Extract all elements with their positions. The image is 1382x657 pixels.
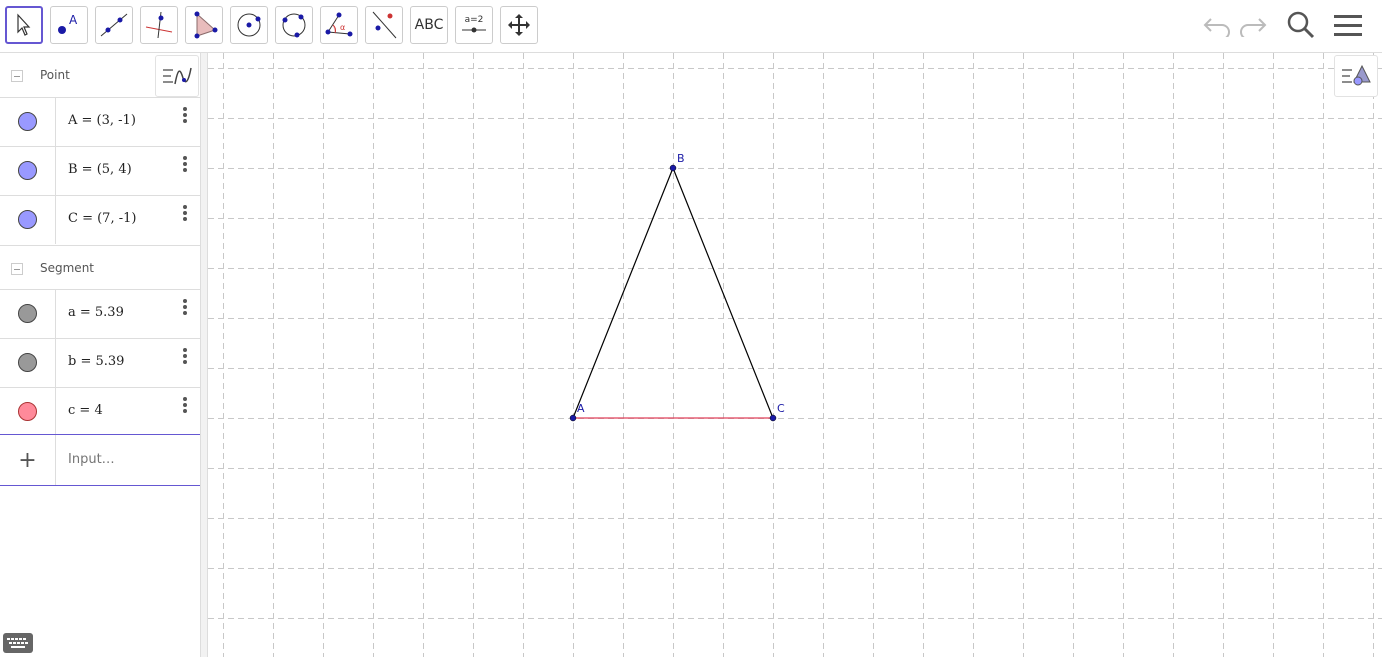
perpendicular-line-icon [145, 11, 173, 39]
move-tool-button[interactable] [5, 6, 43, 44]
algebra-expression[interactable]: B = (5, 4) [68, 162, 132, 177]
algebra-expression[interactable]: A = (3, -1) [68, 113, 136, 128]
redo-button[interactable] [1234, 6, 1272, 44]
algebra-expression[interactable]: b = 5.39 [68, 354, 124, 369]
algebra-expression[interactable]: C = (7, -1) [68, 211, 136, 226]
algebra-input-field[interactable] [68, 452, 188, 467]
algebra-input-row[interactable]: + [0, 434, 200, 486]
collapse-minus-icon[interactable] [11, 263, 23, 275]
slider-tool-button[interactable]: a=2 [455, 6, 493, 44]
point-C[interactable] [769, 414, 777, 422]
more-options-icon[interactable] [180, 298, 190, 318]
algebra-style-button[interactable] [155, 55, 199, 97]
angle-tool-button[interactable]: α [320, 6, 358, 44]
point-label-C: C [777, 402, 785, 415]
algebra-row-point-A[interactable]: A = (3, -1) [0, 97, 200, 146]
keyboard-icon [7, 638, 28, 648]
algebra-row-segment-a[interactable]: a = 5.39 [0, 289, 200, 338]
polygon-tool-button[interactable] [185, 6, 223, 44]
point-label-A: A [577, 402, 585, 415]
undo-button[interactable] [1198, 6, 1236, 44]
algebra-description-icon [163, 67, 192, 85]
reflect-about-line-icon [372, 11, 397, 39]
algebra-expression[interactable]: c = 4 [68, 403, 103, 418]
slider-icon: a=2 [462, 15, 486, 33]
graphics-style-button[interactable] [1334, 55, 1378, 97]
visibility-toggle-dot[interactable] [18, 353, 37, 372]
text-tool-button[interactable]: ABC [410, 6, 448, 44]
hamburger-menu-icon [1334, 15, 1362, 36]
algebra-row-segment-b[interactable]: b = 5.39 [0, 338, 200, 387]
graphics-view[interactable]: A B C [208, 53, 1382, 657]
cursor-arrow-icon [17, 13, 31, 36]
move-graphics-tool-button[interactable] [500, 6, 538, 44]
visibility-toggle-dot[interactable] [18, 112, 37, 131]
more-options-icon[interactable] [180, 204, 190, 224]
point-tool-button[interactable]: A [50, 6, 88, 44]
more-options-icon[interactable] [180, 155, 190, 175]
group-label: Segment [40, 261, 94, 275]
more-options-icon[interactable] [180, 396, 190, 416]
move-arrows-icon [508, 14, 530, 36]
angle-tool-label: α [340, 23, 345, 32]
graphics-style-bar-icon [1342, 64, 1371, 86]
slider-tool-label: a=2 [465, 15, 484, 25]
visibility-toggle-dot[interactable] [18, 304, 37, 323]
point-label-B: B [677, 152, 685, 165]
line-tool-button[interactable] [95, 6, 133, 44]
redo-icon [1240, 18, 1267, 37]
algebra-row-segment-c[interactable]: c = 4 [0, 387, 200, 436]
visibility-toggle-dot[interactable] [18, 210, 37, 229]
circle-three-points-icon [282, 13, 306, 38]
algebra-row-point-B[interactable]: B = (5, 4) [0, 146, 200, 195]
visibility-toggle-dot[interactable] [18, 402, 37, 421]
point-B[interactable] [669, 164, 677, 172]
circle-3points-tool-button[interactable] [275, 6, 313, 44]
toolbar: A α ABC a=2 [0, 0, 1382, 53]
grid [208, 53, 1382, 657]
more-options-icon[interactable] [180, 347, 190, 367]
line-icon [100, 13, 128, 37]
group-header-segment[interactable]: Segment [0, 245, 200, 291]
more-options-icon[interactable] [180, 106, 190, 126]
group-label: Point [40, 68, 70, 82]
text-tool-label: ABC [414, 17, 444, 33]
point-icon: A [58, 13, 78, 34]
collapse-minus-icon[interactable] [11, 70, 23, 82]
search-icon [1287, 11, 1315, 39]
circle-center-icon [237, 13, 261, 37]
panel-divider[interactable] [200, 53, 208, 657]
algebra-row-point-C[interactable]: C = (7, -1) [0, 195, 200, 244]
perpendicular-tool-button[interactable] [140, 6, 178, 44]
undo-icon [1203, 18, 1230, 37]
add-item-plus-icon[interactable]: + [0, 435, 56, 485]
point-A[interactable] [569, 414, 577, 422]
point-tool-label: A [69, 13, 78, 27]
graphics-canvas[interactable]: A B C [208, 53, 1382, 657]
reflect-tool-button[interactable] [365, 6, 403, 44]
angle-icon: α [325, 12, 353, 37]
virtual-keyboard-button[interactable] [3, 633, 33, 653]
algebra-view: Point A = (3, -1) B = (5, 4) C = (7, -1)… [0, 53, 200, 657]
algebra-expression[interactable]: a = 5.39 [68, 305, 124, 320]
main-menu-button[interactable] [1329, 6, 1367, 44]
polygon-icon [194, 11, 218, 39]
search-button[interactable] [1282, 6, 1320, 44]
visibility-toggle-dot[interactable] [18, 161, 37, 180]
circle-center-tool-button[interactable] [230, 6, 268, 44]
